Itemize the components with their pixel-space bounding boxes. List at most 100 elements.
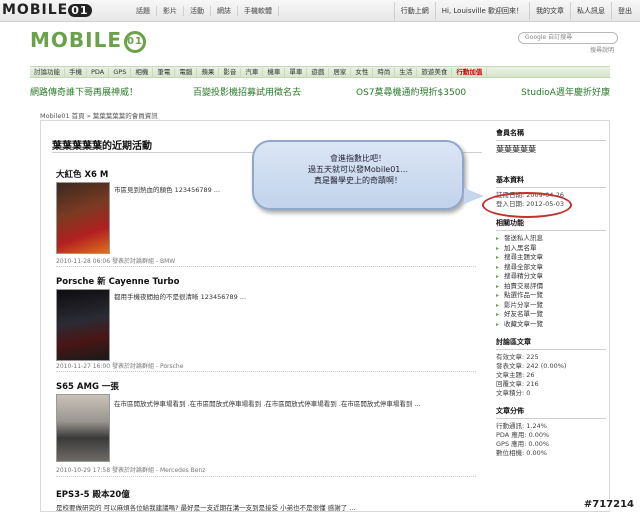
functions-label: 相關功能 — [496, 219, 524, 227]
annotation-line: 會進指數比吧！ — [330, 154, 386, 163]
top-logo[interactable]: MOBILE 01 — [2, 2, 92, 18]
stats-label: 討論區文章 — [496, 338, 531, 346]
post-excerpt: 都用手機夜間拍的不是很清晰 123456789 ... — [114, 293, 247, 301]
function-link[interactable]: 加入黑名單 — [496, 244, 606, 254]
breadcrumb[interactable]: Mobile01 首頁 » 葉葉葉葉葉的會員資訊 — [40, 110, 158, 120]
divider — [56, 371, 476, 372]
main-nav-item[interactable]: 影音 — [219, 67, 242, 77]
function-link[interactable]: 拍賣交易評價 — [496, 282, 606, 292]
main-nav-item[interactable]: 機車 — [263, 67, 286, 77]
stat-item: 文章主題: 26 — [496, 371, 535, 379]
main-nav-item[interactable]: 女性 — [351, 67, 374, 77]
top-nav-item[interactable]: 活動 — [184, 6, 211, 16]
mobile-link[interactable]: 行動上網 — [393, 1, 435, 20]
stat-item: 有效文章: 225 — [496, 353, 539, 361]
top-nav-item[interactable]: 影片 — [157, 6, 184, 16]
main-nav-item[interactable]: 居家 — [329, 67, 352, 77]
main-nav-item[interactable]: 生活 — [395, 67, 418, 77]
main-nav-item[interactable]: 行動加值 — [452, 67, 488, 77]
promo-link[interactable]: 百變投影機招募試用徵名去 — [193, 85, 301, 99]
post-title[interactable]: EPS3-5 殿本20億 — [56, 488, 476, 500]
post-excerpt: 在市區開放式停車場看到 .在市區開放式停車場看到 .在市區開放式停車場看到 .在… — [114, 400, 421, 408]
post-meta: 2010-10-29 17:58 發表於討論群組 - Mercedes Benz — [56, 467, 206, 474]
distribution-item: GPS 應用: 0.00% — [496, 440, 550, 448]
logout-link[interactable]: 登出 — [611, 1, 638, 20]
divider — [496, 187, 606, 188]
divider — [496, 418, 606, 419]
main-nav-item[interactable]: 相機 — [131, 67, 154, 77]
main-nav-item[interactable]: 汽車 — [241, 67, 264, 77]
member-name: 葉葉葉葉葉 — [496, 145, 536, 154]
search-help-link[interactable]: 搜尋說明 — [590, 45, 614, 54]
main-nav-item[interactable]: 遊戲 — [307, 67, 330, 77]
post-thumbnail[interactable] — [56, 289, 110, 361]
main-nav-item[interactable]: PDA — [87, 67, 110, 77]
user-menu: 行動上網 Hi, Louisville 歡迎回來！ 我的文章 私人訊息 登出 — [393, 0, 638, 21]
greeting-dropdown[interactable]: Hi, Louisville 歡迎回來！ — [434, 1, 529, 20]
main-nav-item[interactable]: 討論功能 — [30, 67, 65, 77]
annotation-line: 真是醫學史上的奇蹟啊！ — [314, 176, 402, 185]
site-logo[interactable]: MOBILE 01 — [30, 28, 146, 53]
highlight-ellipse — [482, 192, 572, 218]
promo-link[interactable]: StudioA週年慶折好康 — [521, 85, 610, 99]
main-nav-item[interactable]: 單車 — [285, 67, 308, 77]
top-bar: MOBILE 01 話題 影片 活動 網誌 手機軟體 行動上網 Hi, Louis… — [0, 0, 640, 22]
annotation-line: 過五天就可以發Mobile01... — [307, 165, 409, 174]
distribution-item: 行動通訊: 1.24% — [496, 422, 547, 430]
stat-item: 發表文章: 242 (0.00%) — [496, 362, 567, 370]
function-link[interactable]: 搜尋精分文章 — [496, 272, 606, 282]
top-nav-item[interactable]: 網誌 — [211, 6, 238, 16]
activity-post: S65 AMG 一張 在市區開放式停車場看到 .在市區開放式停車場看到 .在市區… — [56, 380, 476, 477]
main-nav-item[interactable]: 時尚 — [373, 67, 396, 77]
top-nav-item[interactable]: 手機軟體 — [238, 6, 279, 16]
post-meta: 2010-11-28 06:06 發表於討論群組 - BMW — [56, 258, 176, 265]
function-link[interactable]: 發送私人訊息 — [496, 234, 606, 244]
stat-item: 回覆文章: 216 — [496, 380, 539, 388]
my-posts-link[interactable]: 我的文章 — [529, 1, 570, 20]
distribution-item: PDA 應用: 0.00% — [496, 431, 550, 439]
divider — [496, 230, 606, 231]
basic-info-label: 基本資料 — [496, 176, 524, 184]
function-link[interactable]: 搜尋主題文章 — [496, 253, 606, 263]
divider — [56, 476, 476, 477]
search-input[interactable]: Google 自訂搜尋 — [518, 32, 618, 44]
function-link[interactable]: 搜尋全部文章 — [496, 263, 606, 273]
promo-link[interactable]: 網路傳奇誰下哥再展神威！ — [30, 85, 138, 99]
distribution-item: 數位相機: 0.00% — [496, 449, 547, 457]
member-name-label: 會員名稱 — [496, 129, 524, 137]
divider — [56, 266, 476, 267]
function-link[interactable]: 收藏文章一覽 — [496, 320, 606, 330]
main-nav-item[interactable]: 蘋果 — [197, 67, 220, 77]
post-meta: 2010-11-27 16:00 發表於討論群組 - Porsche — [56, 363, 184, 370]
main-nav-item[interactable]: 手機 — [65, 67, 87, 77]
divider — [496, 140, 606, 141]
main-nav-item[interactable]: GPS — [109, 67, 132, 77]
distribution-label: 文章分佈 — [496, 407, 524, 415]
member-sidebar: 會員名稱 葉葉葉葉葉 基本資料 註冊日期: 2009-04-26 登入日期: 2… — [496, 128, 606, 458]
activity-post: Porsche 新 Cayenne Turbo 都用手機夜間拍的不是很清晰 12… — [56, 275, 476, 372]
annotation-bubble: 會進指數比吧！ 過五天就可以發Mobile01... 真是醫學史上的奇蹟啊！ — [252, 140, 464, 210]
post-thumbnail[interactable] — [56, 182, 110, 254]
stats-list: 有效文章: 225 發表文章: 242 (0.00%) 文章主題: 26 回覆文章: … — [496, 353, 606, 398]
main-nav-item[interactable]: 筆電 — [153, 67, 176, 77]
divider — [496, 349, 606, 350]
top-nav-item[interactable]: 話題 — [130, 6, 157, 16]
function-link[interactable]: 點選作品一覽 — [496, 291, 606, 301]
promo-bar: 網路傳奇誰下哥再展神威！ 百變投影機招募試用徵名去 OS7莫尋機通約現折$350… — [30, 85, 610, 99]
activity-post: EPS3-5 殿本20億 是校要做研究的 可以麻煩各位給我建議嗎? 最好是一支近… — [56, 488, 476, 512]
main-nav-item[interactable]: 旅遊美食 — [417, 67, 453, 77]
post-excerpt: 市區見到熱血的顏色 123456789 ... — [114, 186, 221, 194]
stat-item: 文章積分: 0 — [496, 389, 531, 397]
watermark: #717214 — [581, 499, 636, 510]
promo-link[interactable]: OS7莫尋機通約現折$3500 — [356, 85, 466, 99]
post-title[interactable]: S65 AMG 一張 — [56, 380, 476, 392]
main-nav-item[interactable]: 電腦 — [175, 67, 198, 77]
function-link[interactable]: 好友名單一覽 — [496, 310, 606, 320]
private-messages-link[interactable]: 私人訊息 — [570, 1, 611, 20]
function-list: 發送私人訊息加入黑名單搜尋主題文章搜尋全部文章搜尋精分文章拍賣交易評價點選作品一… — [496, 234, 606, 329]
top-nav: 話題 影片 活動 網誌 手機軟體 — [130, 6, 279, 16]
post-thumbnail[interactable] — [56, 394, 110, 462]
function-link[interactable]: 影片分享一覽 — [496, 301, 606, 311]
activity-title: 葉葉葉葉葉的近期活動 — [52, 141, 152, 152]
post-title[interactable]: Porsche 新 Cayenne Turbo — [56, 275, 476, 287]
